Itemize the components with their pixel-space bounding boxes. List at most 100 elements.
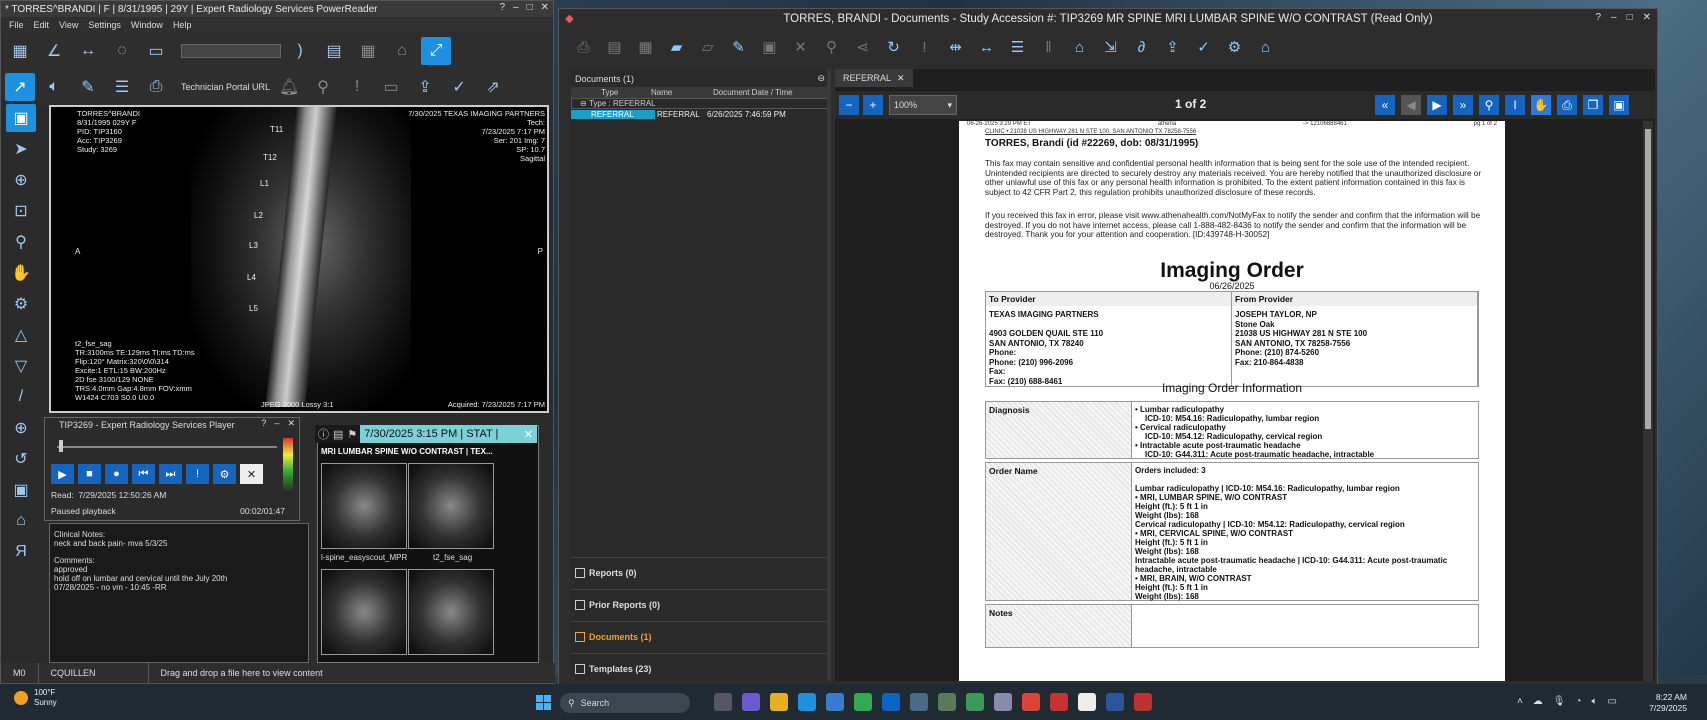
store-icon[interactable] bbox=[826, 693, 844, 711]
split-horizontal-icon[interactable]: ☰ bbox=[1003, 32, 1032, 62]
menu-edit[interactable]: Edit bbox=[34, 20, 50, 30]
import-icon[interactable]: ⇲ bbox=[1096, 32, 1125, 62]
help-icon[interactable]: ? bbox=[499, 2, 505, 13]
outlook-icon[interactable] bbox=[882, 693, 900, 711]
share-icon[interactable]: ⇗ bbox=[478, 73, 508, 101]
first-page-button[interactable]: « bbox=[1375, 95, 1395, 115]
rectangle-icon[interactable]: ▭ bbox=[141, 37, 171, 65]
flag-icon[interactable]: ⚑ bbox=[347, 428, 357, 441]
minimize-icon[interactable]: – bbox=[274, 418, 279, 429]
chrome-profile-icon[interactable] bbox=[1022, 693, 1040, 711]
maximize-icon[interactable]: □ bbox=[1627, 12, 1633, 23]
folder-icon[interactable]: ▱ bbox=[693, 32, 722, 62]
scrollbar-thumb[interactable] bbox=[1645, 129, 1651, 429]
text-select-button[interactable]: I bbox=[1505, 95, 1525, 115]
preset-dropdown[interactable] bbox=[181, 44, 281, 58]
volume-icon[interactable]: 🔈︎ bbox=[1592, 696, 1598, 707]
section-documents[interactable]: Documents (1) bbox=[571, 621, 829, 651]
clock[interactable]: 8:22 AM 7/29/2025 bbox=[1649, 692, 1687, 714]
folder-icon[interactable]: ▭ bbox=[376, 73, 406, 101]
bell-icon[interactable]: 🔔︎ bbox=[274, 73, 304, 101]
app-icon[interactable] bbox=[966, 693, 984, 711]
width-icon[interactable]: ↔ bbox=[972, 32, 1001, 62]
angle-icon[interactable]: ∠ bbox=[39, 37, 69, 65]
copy-button[interactable]: ❐ bbox=[1583, 95, 1603, 115]
col-name[interactable]: Name bbox=[651, 88, 713, 97]
wifi-icon[interactable]: ◔ bbox=[1576, 696, 1582, 707]
calculator-icon[interactable] bbox=[910, 693, 928, 711]
lock-icon[interactable]: ⌂ bbox=[1251, 32, 1280, 62]
col-date[interactable]: Document Date / Time bbox=[713, 88, 793, 97]
minimize-icon[interactable]: – bbox=[1611, 12, 1617, 23]
clipboard-icon[interactable]: ▦ bbox=[631, 32, 660, 62]
grid-icon[interactable]: ▤ bbox=[319, 37, 349, 65]
key-icon[interactable]: Я bbox=[6, 538, 36, 566]
document-page[interactable]: 06-26-2025 3:29 PM ET athena -> 12106888… bbox=[959, 121, 1505, 681]
weather-widget[interactable]: 100°F Sunny bbox=[14, 688, 57, 708]
open-folder-icon[interactable]: ▰ bbox=[662, 32, 691, 62]
technician-portal-link[interactable]: Technician Portal URL bbox=[181, 82, 270, 92]
rewind-icon[interactable]: ⏮ bbox=[132, 464, 155, 484]
document-icon[interactable]: ▤ bbox=[600, 32, 629, 62]
chevron-up-icon[interactable]: ˄ bbox=[1517, 696, 1523, 707]
record-icon[interactable]: ● bbox=[105, 464, 128, 484]
menu-settings[interactable]: Settings bbox=[88, 20, 121, 30]
file-explorer-icon[interactable] bbox=[770, 693, 788, 711]
scanner-icon[interactable]: ⎙ bbox=[569, 32, 598, 62]
measure-icon[interactable]: ↔ bbox=[73, 37, 103, 65]
image-viewport[interactable]: TORRES^BRANDI 8/31/1995 029Y F PID: TIP3… bbox=[49, 105, 549, 413]
report-icon[interactable]: ☰ bbox=[107, 73, 137, 101]
settings-icon[interactable]: ⚙ bbox=[213, 464, 236, 484]
play-icon[interactable]: ▶ bbox=[51, 464, 74, 484]
scan-icon[interactable]: ⌂ bbox=[387, 37, 417, 65]
crop-icon[interactable]: ⊡ bbox=[6, 197, 36, 225]
acrobat-icon[interactable] bbox=[1050, 693, 1068, 711]
microphone-icon[interactable]: 🎙︎ bbox=[1553, 696, 1566, 707]
attach-icon[interactable]: ∂ bbox=[1127, 32, 1156, 62]
panel-splitter[interactable] bbox=[827, 69, 831, 681]
lasso-icon[interactable]: ◌ bbox=[107, 37, 137, 65]
copilot-icon[interactable] bbox=[742, 693, 760, 711]
series-thumbnail[interactable] bbox=[321, 569, 407, 655]
settings-icon[interactable] bbox=[994, 693, 1012, 711]
word-icon[interactable] bbox=[1106, 693, 1124, 711]
speaker-icon[interactable]: 🔈︎ bbox=[39, 73, 69, 101]
home-icon[interactable]: ⌂ bbox=[6, 507, 36, 535]
prev-page-button[interactable]: ◀ bbox=[1401, 95, 1421, 115]
edge-icon[interactable] bbox=[798, 693, 816, 711]
search-doc-icon[interactable]: ⚲ bbox=[817, 32, 846, 62]
menu-file[interactable]: File bbox=[9, 20, 24, 30]
pointer-icon[interactable]: ↗ bbox=[5, 73, 35, 101]
close-tab-icon[interactable]: ✕ bbox=[897, 73, 905, 84]
scalpel-icon[interactable]: / bbox=[6, 383, 36, 411]
scan-icon[interactable]: ⌂ bbox=[1065, 32, 1094, 62]
info-icon[interactable]: ⓘ bbox=[318, 426, 329, 442]
tools-icon[interactable] bbox=[938, 693, 956, 711]
help-icon[interactable]: ? bbox=[261, 418, 266, 429]
print-button[interactable]: ⎙ bbox=[1557, 95, 1577, 115]
section-prior-reports[interactable]: Prior Reports (0) bbox=[571, 589, 829, 619]
col-type[interactable]: Type bbox=[571, 88, 618, 97]
check-icon[interactable]: ✓ bbox=[444, 73, 474, 101]
settings-icon[interactable]: ⚙ bbox=[1220, 32, 1249, 62]
close-icon[interactable]: ✕ bbox=[524, 428, 533, 441]
menu-view[interactable]: View bbox=[59, 20, 78, 30]
close-icon[interactable]: ✕ bbox=[287, 418, 295, 429]
export-icon[interactable]: ⇪ bbox=[1158, 32, 1187, 62]
series-thumbnail[interactable] bbox=[408, 463, 494, 549]
alert-icon[interactable]: ! bbox=[910, 32, 939, 62]
fullscreen-icon[interactable]: ⤢ bbox=[421, 37, 451, 65]
layout-icon[interactable]: ▦ bbox=[5, 37, 35, 65]
start-button[interactable] bbox=[536, 695, 551, 710]
close-icon[interactable]: ✕ bbox=[240, 464, 263, 484]
export-icon[interactable]: ⇪ bbox=[410, 73, 440, 101]
series-thumbnail[interactable] bbox=[321, 463, 407, 549]
crosshair-icon[interactable]: ⊕ bbox=[6, 414, 36, 442]
zoom-fit-button[interactable]: ⚲ bbox=[1479, 95, 1499, 115]
zoom-select[interactable]: 100% ▾ bbox=[889, 95, 957, 115]
zoom-out-button[interactable]: − bbox=[839, 95, 859, 115]
playback-slider[interactable] bbox=[57, 446, 277, 448]
next-page-button[interactable]: ▶ bbox=[1427, 95, 1447, 115]
print-icon[interactable]: ⎙ bbox=[141, 73, 171, 101]
menu-help[interactable]: Help bbox=[173, 20, 192, 30]
